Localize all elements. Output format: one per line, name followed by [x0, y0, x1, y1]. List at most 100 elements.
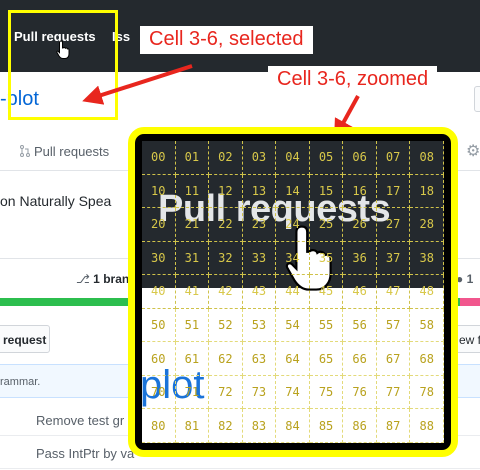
grid-cell-label: 21 [175, 208, 210, 242]
grid-cell-label: 75 [309, 375, 344, 410]
grid-cell-label: 71 [175, 375, 210, 410]
grid-cell-label: 01 [175, 141, 210, 175]
grid-cell-label: 53 [242, 308, 277, 343]
grid-cell-label: 74 [276, 375, 310, 410]
zoom-panel: Pull requests plot 00 01 02 03 04 05 06 07 08 10 1… [128, 127, 458, 457]
file-commit-message[interactable]: Remove test gr [36, 413, 124, 428]
grid-cell-label: 45 [309, 275, 344, 309]
grid-cell-label: 87 [376, 409, 411, 443]
grid-cell-label: 52 [209, 308, 243, 343]
tab-pull-requests-label: Pull requests [34, 144, 110, 159]
grid-cell-label: 07 [376, 141, 411, 175]
commit-message[interactable]: rammar. [0, 376, 40, 388]
grid-cell-label: 00 [142, 141, 176, 175]
grid-cell-label: 77 [376, 375, 411, 410]
grid-cell-label: 03 [242, 141, 277, 175]
grid-cell-label: 78 [410, 375, 444, 410]
branches-count: 1 [93, 272, 100, 286]
language-segment-pink [460, 298, 480, 306]
grid-cell-label: 85 [309, 409, 344, 443]
grid-cell-label: 11 [175, 174, 210, 209]
grid-cell-label: 26 [343, 208, 377, 242]
grid-cell-label: 14 [276, 174, 310, 209]
grid-cell-label: 33 [242, 241, 277, 276]
grid-cell-label: 28 [410, 208, 444, 242]
grid-cell-label: 43 [242, 275, 277, 309]
grid-cell-label: 51 [175, 308, 210, 343]
grid-cell-label: 60 [142, 342, 176, 376]
grid-cell-label: 82 [209, 409, 243, 443]
grid-cell-label: 73 [242, 375, 277, 410]
repo-description: on Naturally Spea [0, 193, 112, 209]
grid-cell-label: 17 [376, 174, 411, 209]
branches-label: bran [103, 272, 130, 286]
grid-cell-label: 16 [343, 174, 377, 209]
zoom-content: Pull requests plot 00 01 02 03 04 05 06 07 08 10 1… [142, 141, 444, 443]
grid-cell-label: 62 [209, 342, 243, 376]
grid-cell-label: 25 [309, 208, 344, 242]
branches-link[interactable]: ⎇ 1 bran [76, 272, 129, 286]
grid-cell-label: 23 [242, 208, 277, 242]
grid-cell-label: 47 [376, 275, 411, 309]
grid-cell-label: 88 [410, 409, 444, 443]
grid-cell-label: 37 [376, 241, 411, 276]
grid-cell-label: 41 [175, 275, 210, 309]
grid-cell-label: 72 [209, 375, 243, 410]
grid-cell-label: 06 [343, 141, 377, 175]
grid-cell-label: 84 [276, 409, 310, 443]
annotation-selected-label: Cell 3-6, selected [140, 26, 313, 54]
file-commit-message[interactable]: Pass IntPtr by va [36, 446, 134, 461]
grid-cell-label: 56 [343, 308, 377, 343]
annotation-zoomed-label: Cell 3-6, zoomed [268, 66, 438, 94]
new-pull-request-button[interactable]: request [0, 325, 50, 353]
pull-request-icon [20, 145, 30, 157]
grid-cell-label: 76 [343, 375, 377, 410]
branch-icon: ⎇ [76, 272, 90, 286]
grid-cell-label: 57 [376, 308, 411, 343]
grid-cell-label: 36 [343, 241, 377, 276]
grid-cell-label: 42 [209, 275, 243, 309]
grid-cell-label: 35 [309, 241, 344, 276]
grid-cell-label: 27 [376, 208, 411, 242]
grid-cell-label: 13 [242, 174, 277, 209]
grid-cell-label: 22 [209, 208, 243, 242]
grid-cell-label: 64 [276, 342, 310, 376]
grid-cell-label: 83 [242, 409, 277, 443]
grid-cell-label: 12 [209, 174, 243, 209]
grid-cell-label: 48 [410, 275, 444, 309]
grid-cell-label: 20 [142, 208, 176, 242]
grid-cell-label: 24 [276, 208, 310, 242]
watch-button[interactable] [474, 86, 480, 112]
grid-cell-label: 65 [309, 342, 344, 376]
grid-cell-label: 55 [309, 308, 344, 343]
grid-cell-label: 80 [142, 409, 176, 443]
grid-cell-label: 32 [209, 241, 243, 276]
gear-icon[interactable]: ⚙ [466, 141, 480, 161]
grid-cell-label: 61 [175, 342, 210, 376]
grid-cell-label: 46 [343, 275, 377, 309]
grid-cell-label: 44 [276, 275, 310, 309]
grid-cell-label: 66 [343, 342, 377, 376]
grid-cell-label: 31 [175, 241, 210, 276]
grid-cell-label: 81 [175, 409, 210, 443]
grid-cell-label: 63 [242, 342, 277, 376]
grid-cell-label: 58 [410, 308, 444, 343]
grid-cell-label: 05 [309, 141, 344, 175]
tab-pull-requests[interactable]: Pull requests [20, 144, 109, 159]
zoom-cell-grid: 00 01 02 03 04 05 06 07 08 10 11 12 13 14 15 16 17 18 20 21… [142, 141, 444, 443]
grid-cell-label: 02 [209, 141, 243, 175]
contributors-count: 1 [466, 272, 474, 286]
grid-cell-label: 08 [410, 141, 444, 175]
grid-cell-label: 34 [276, 241, 310, 276]
grid-cell-label: 67 [376, 342, 411, 376]
contributors-link[interactable]: ● 1 [456, 272, 473, 286]
selected-cell-highlight [8, 10, 118, 120]
grid-cell-label: 04 [276, 141, 310, 175]
grid-cell-label: 40 [142, 275, 176, 309]
grid-cell-label: 54 [276, 308, 310, 343]
grid-cell-label: 10 [142, 174, 176, 209]
grid-cell-label: 18 [410, 174, 444, 209]
grid-cell-label: 38 [410, 241, 444, 276]
grid-cell-label: 50 [142, 308, 176, 343]
grid-cell-label: 86 [343, 409, 377, 443]
